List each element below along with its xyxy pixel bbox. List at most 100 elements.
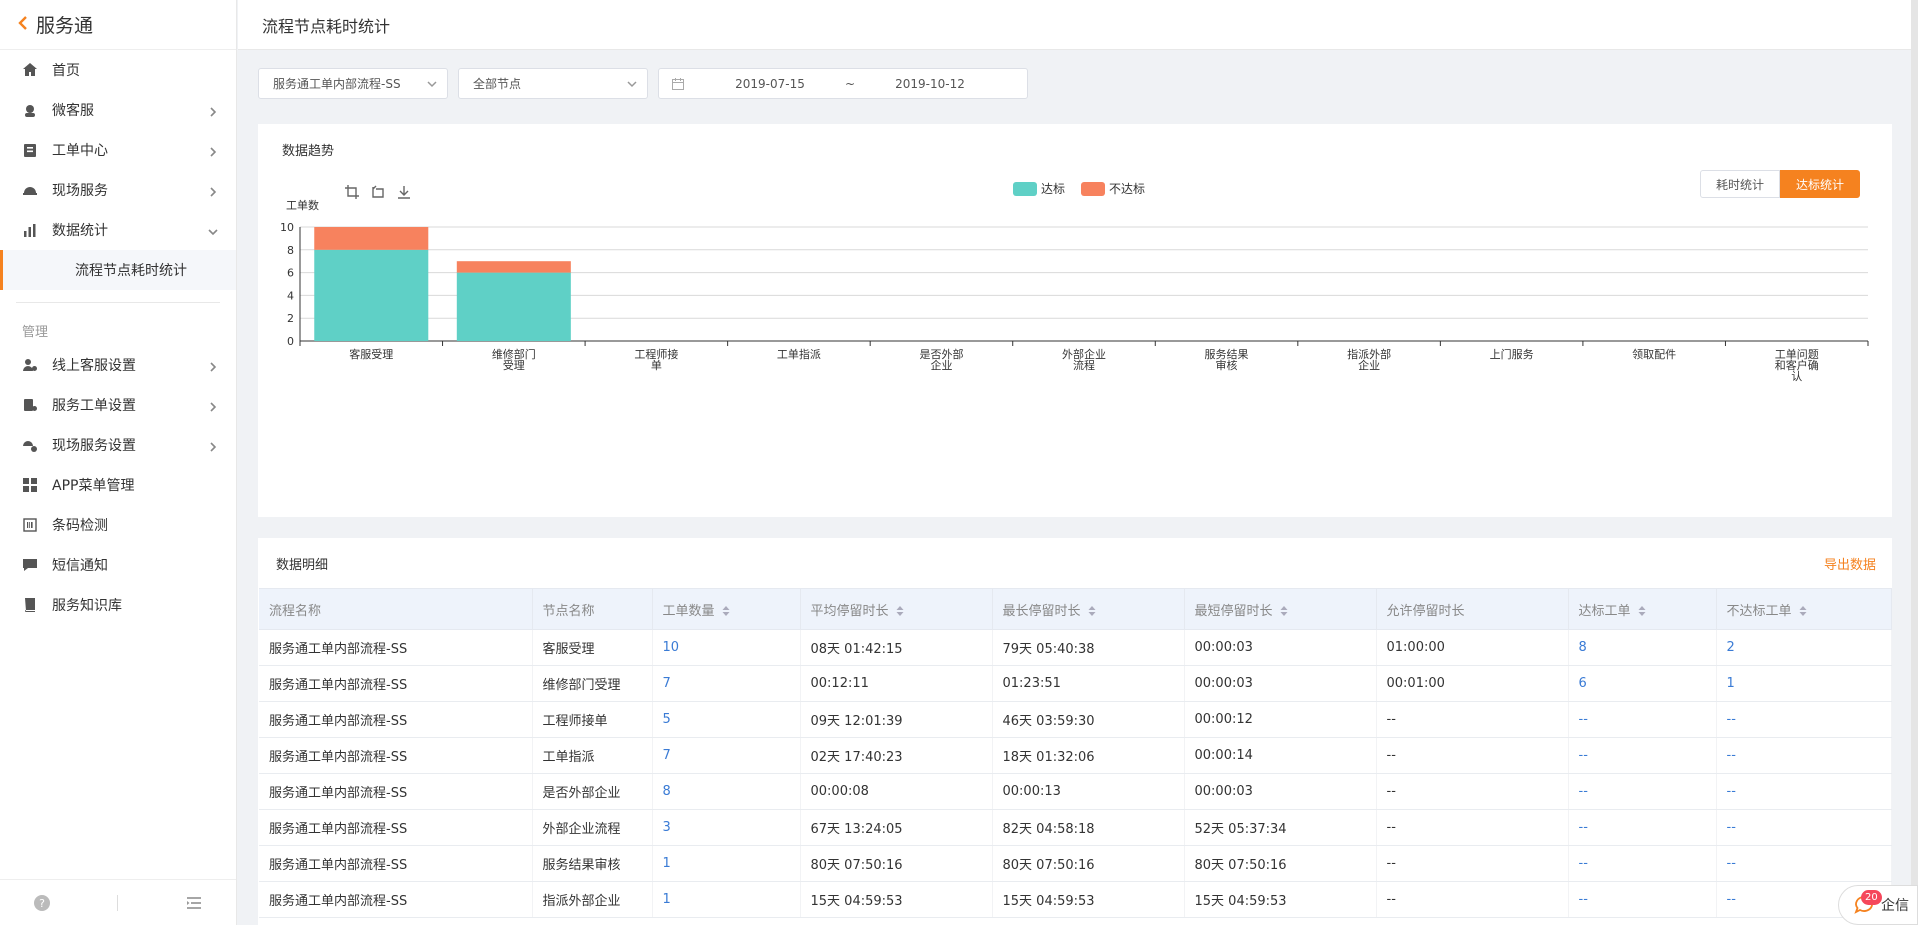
chat-label: 企信 — [1881, 898, 1909, 914]
column-header[interactable]: 工单数量 — [652, 588, 801, 630]
date-range-picker[interactable]: 2019-07-15 ~ 2019-10-12 — [658, 68, 1028, 99]
table-cell: 服务通工单内部流程-SS — [259, 881, 533, 918]
table-cell-link[interactable]: 7 — [652, 665, 801, 702]
sort-icon[interactable] — [1087, 605, 1097, 617]
date-end[interactable]: 2019-10-12 — [885, 77, 975, 91]
table-cell-link[interactable]: -- — [1716, 845, 1892, 882]
column-header-label: 流程名称 — [269, 603, 322, 619]
book-icon — [22, 597, 38, 613]
column-header-label: 工单数量 — [662, 603, 715, 619]
table-cell: -- — [1376, 701, 1569, 738]
table-cell-link[interactable]: -- — [1716, 737, 1892, 774]
chat-widget[interactable]: 20 企信 — [1838, 885, 1918, 925]
sort-icon[interactable] — [895, 605, 905, 617]
toggle-compliance-stats[interactable]: 达标统计 — [1780, 170, 1860, 198]
legend-item[interactable]: 达标 — [1013, 180, 1065, 197]
page-scrollbar[interactable] — [1911, 0, 1918, 885]
sidebar-item[interactable]: 现场服务设置 — [0, 425, 236, 465]
column-header[interactable]: 最短停留时长 — [1184, 588, 1377, 630]
table-cell: 指派外部企业 — [532, 881, 653, 918]
sort-icon[interactable] — [1279, 605, 1289, 617]
process-select[interactable]: 服务通工单内部流程-SS — [258, 68, 448, 99]
toggle-time-stats[interactable]: 耗时统计 — [1700, 170, 1780, 198]
table-cell-link[interactable]: 1 — [652, 845, 801, 882]
table-cell-link[interactable]: 3 — [652, 809, 801, 846]
help-icon[interactable]: ? — [33, 894, 51, 912]
table-cell-link[interactable]: 1 — [1716, 665, 1892, 702]
sidebar-item[interactable]: 服务工单设置 — [0, 385, 236, 425]
table-cell-link[interactable]: 10 — [652, 629, 801, 666]
table-cell-link[interactable]: 8 — [652, 773, 801, 810]
table-cell-link[interactable]: -- — [1716, 701, 1892, 738]
brand-back-link[interactable]: 服务通 — [0, 0, 236, 50]
table-cell: 工单指派 — [532, 737, 653, 774]
sidebar-item[interactable]: 数据统计 — [0, 210, 236, 250]
table-row: 服务通工单内部流程-SS 工程师接单 5 09天 12:01:39 46天 03:59:… — [259, 701, 1892, 738]
x-tick-label: 受理 — [503, 359, 525, 372]
column-header: 允许停留时长 — [1376, 588, 1569, 630]
table-cell-link[interactable]: -- — [1568, 881, 1717, 918]
table-cell-link[interactable]: 7 — [652, 737, 801, 774]
table-row: 服务通工单内部流程-SS 外部企业流程 3 67天 13:24:05 82天 04:58… — [259, 809, 1892, 846]
sidebar-item[interactable]: 微客服 — [0, 90, 236, 130]
chevron-left-icon[interactable] — [18, 14, 28, 35]
chevron-right-icon — [208, 145, 218, 157]
sidebar-item[interactable]: 首页 — [0, 50, 236, 90]
x-tick-label: 单 — [651, 359, 662, 372]
table-cell: -- — [1376, 737, 1569, 774]
table-cell: 80天 07:50:16 — [800, 845, 993, 882]
download-icon[interactable] — [396, 184, 412, 200]
legend-item[interactable]: 不达标 — [1081, 180, 1145, 197]
column-header[interactable]: 平均停留时长 — [800, 588, 993, 630]
table-cell-link[interactable]: -- — [1568, 809, 1717, 846]
column-header-label: 允许停留时长 — [1386, 603, 1465, 619]
table-cell-link[interactable]: 5 — [652, 701, 801, 738]
table-cell-link[interactable]: -- — [1716, 773, 1892, 810]
table-body: 服务通工单内部流程-SS 客服受理 10 08天 01:42:15 79天 05:40:… — [259, 629, 1892, 918]
bar-chart-icon — [22, 222, 38, 238]
crop-zoom-icon[interactable] — [344, 184, 360, 200]
column-header[interactable]: 最长停留时长 — [992, 588, 1185, 630]
sidebar-item[interactable]: 条码检测 — [0, 505, 236, 545]
sidebar-item[interactable]: APP菜单管理 — [0, 465, 236, 505]
table-title: 数据明细 — [276, 557, 329, 573]
sort-icon[interactable] — [1637, 605, 1647, 617]
node-select[interactable]: 全部节点 — [458, 68, 648, 99]
collapse-menu-icon[interactable] — [185, 894, 203, 912]
table-cell-link[interactable]: 1 — [652, 881, 801, 918]
legend-label: 达标 — [1041, 182, 1066, 196]
sidebar-item[interactable]: 服务知识库 — [0, 585, 236, 625]
table-cell: 00:00:03 — [1184, 629, 1377, 666]
table-cell-link[interactable]: -- — [1568, 701, 1717, 738]
table-cell-link[interactable]: -- — [1568, 845, 1717, 882]
sidebar-item[interactable]: 工单中心 — [0, 130, 236, 170]
footer-separator — [117, 894, 119, 911]
sidebar-item[interactable]: 现场服务 — [0, 170, 236, 210]
x-tick-label: 领取配件 — [1632, 348, 1676, 361]
table-cell-link[interactable]: 8 — [1568, 629, 1717, 666]
y-tick-label: 6 — [287, 267, 294, 280]
table-cell: 服务通工单内部流程-SS — [259, 809, 533, 846]
table-cell-link[interactable]: 2 — [1716, 629, 1892, 666]
date-start[interactable]: 2019-07-15 — [725, 77, 815, 91]
export-data-link[interactable]: 导出数据 — [1824, 554, 1876, 573]
table-cell-link[interactable]: 6 — [1568, 665, 1717, 702]
bar-fail — [456, 261, 571, 273]
reset-zoom-icon[interactable] — [370, 184, 386, 200]
table-cell-link[interactable]: -- — [1716, 809, 1892, 846]
sidebar-item[interactable]: 短信通知 — [0, 545, 236, 585]
sidebar-item-node-time-stats[interactable]: 流程节点耗时统计 — [0, 250, 236, 290]
x-tick-label: 企业 — [1358, 358, 1380, 372]
y-axis-label: 工单数 — [286, 199, 319, 212]
sort-icon[interactable] — [1798, 605, 1808, 617]
sidebar-item[interactable]: 线上客服设置 — [0, 345, 236, 385]
grid-icon — [22, 477, 38, 493]
table-cell-link[interactable]: -- — [1568, 773, 1717, 810]
table-cell-link[interactable]: -- — [1568, 737, 1717, 774]
column-header[interactable]: 不达标工单 — [1716, 588, 1892, 630]
sort-icon[interactable] — [721, 605, 731, 617]
sidebar-item-label: 数据统计 — [52, 223, 108, 239]
x-tick-label: 审核 — [1216, 358, 1238, 372]
column-header[interactable]: 达标工单 — [1568, 588, 1717, 630]
y-tick-label: 10 — [280, 221, 294, 234]
